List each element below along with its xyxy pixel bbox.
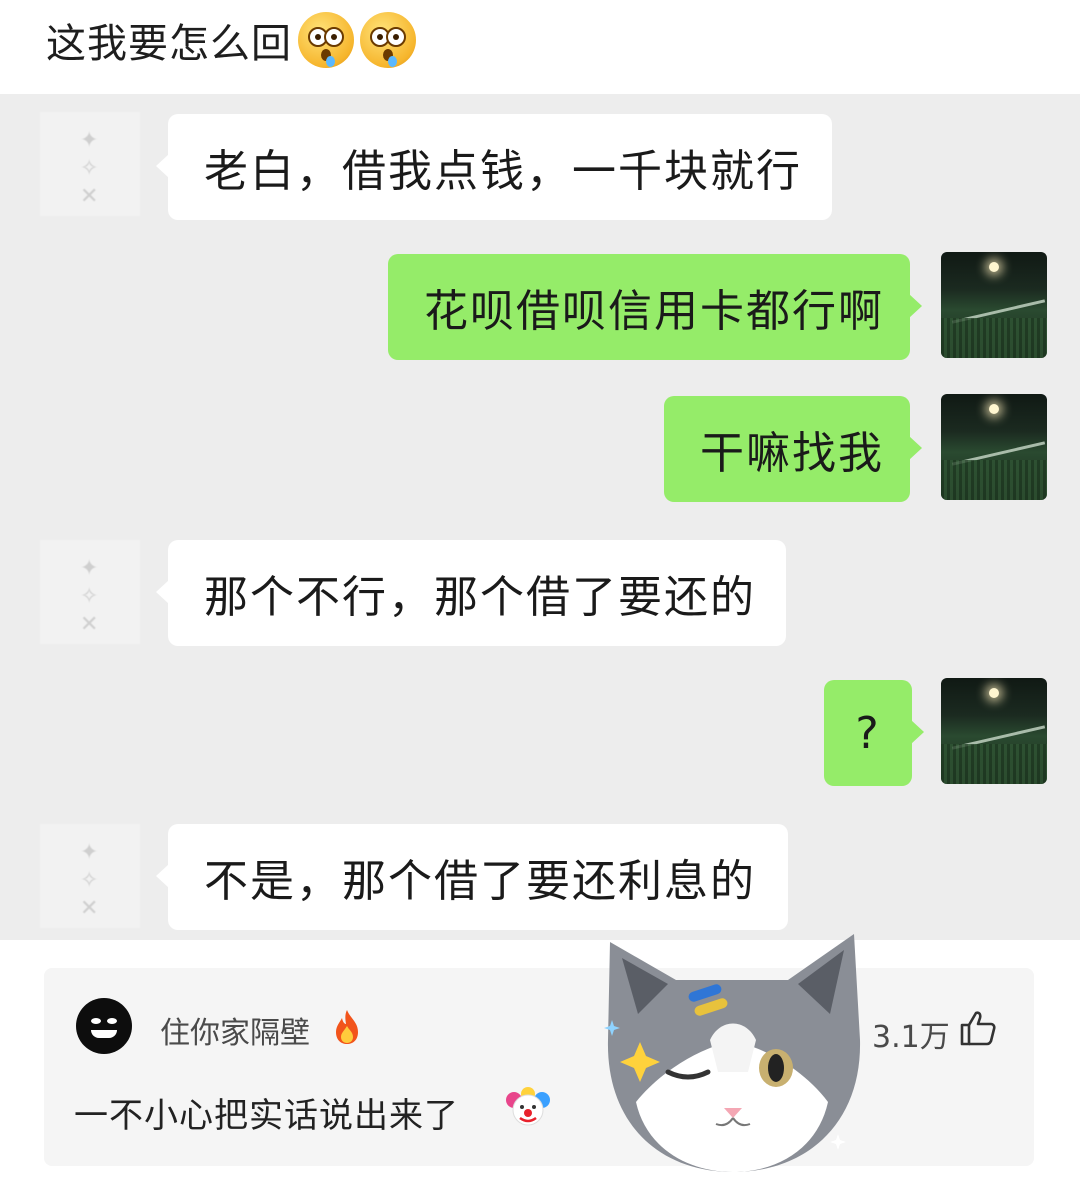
chat-message-right: 花呗借呗信用卡都行啊 (388, 254, 922, 360)
commenter-username[interactable]: 住你家隔壁 (160, 1008, 310, 1052)
chat-screenshot: ✦ ✧ ✕ 老白，借我点钱，一千块就行 花呗借呗信用卡都行啊 干嘛找我 ✦ ✧ … (0, 94, 1080, 940)
chat-message-right: ? (824, 680, 924, 786)
chat-message-left: 不是，那个借了要还利息的 (156, 824, 788, 930)
chat-message-right: 干嘛找我 (664, 396, 922, 502)
comment-card: 住你家隔壁 一不小心把实话说出来了 3.1万 (44, 968, 1034, 1166)
like-count: 3.1万 (872, 1020, 950, 1055)
crying-surprised-face-icon (360, 12, 416, 68)
crying-surprised-face-icon (298, 12, 354, 68)
self-avatar (941, 394, 1047, 500)
commenter-avatar[interactable] (76, 998, 132, 1054)
other-avatar: ✦ ✧ ✕ (40, 540, 140, 644)
post-title-text: 这我要怎么回 (46, 21, 292, 67)
chat-message-text: 干嘛找我 (700, 428, 884, 479)
comment-text: 一不小心把实话说出来了 (74, 1096, 459, 1136)
chat-message-text: 那个不行，那个借了要还的 (204, 572, 756, 623)
chat-message-left: 老白，借我点钱，一千块就行 (156, 114, 832, 220)
chat-message-text: 老白，借我点钱，一千块就行 (204, 146, 802, 197)
chat-message-text: 不是，那个借了要还利息的 (204, 856, 756, 907)
post-title: 这我要怎么回 (46, 10, 416, 70)
other-avatar: ✦ ✧ ✕ (40, 112, 140, 216)
fire-icon (336, 1010, 358, 1044)
winking-cat-sticker-icon (604, 934, 861, 1172)
chat-message-text: ? (855, 707, 881, 759)
clown-face-icon (506, 1087, 550, 1126)
chat-message-left: 那个不行，那个借了要还的 (156, 540, 786, 646)
thumbs-up-icon[interactable] (958, 1008, 998, 1048)
self-avatar (941, 252, 1047, 358)
other-avatar: ✦ ✧ ✕ (40, 824, 140, 928)
chat-message-text: 花呗借呗信用卡都行啊 (424, 286, 884, 337)
self-avatar (941, 678, 1047, 784)
